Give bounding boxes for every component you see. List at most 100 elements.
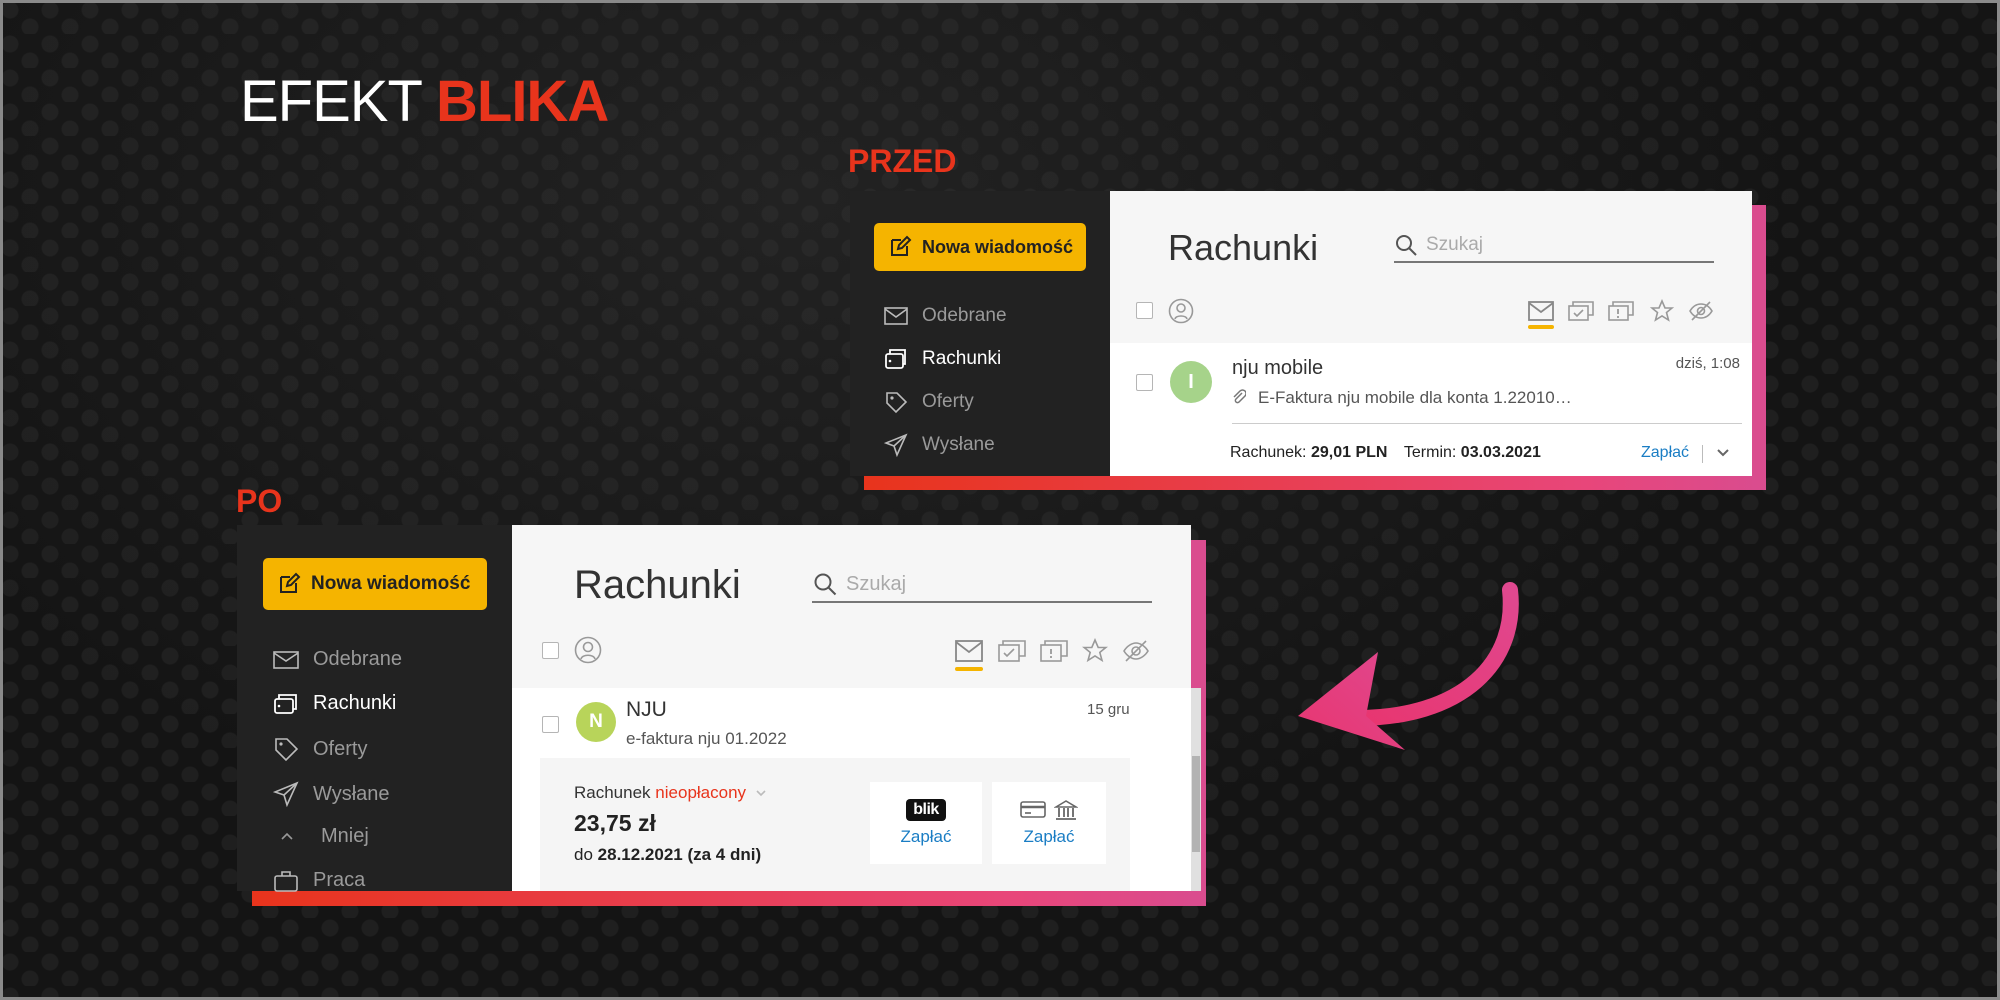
- after-nav-label: Rachunki: [313, 692, 397, 714]
- compose-icon: [891, 235, 912, 256]
- before-message-date: dziś, 1:08: [1675, 355, 1740, 372]
- before-nav-label: Oferty: [922, 391, 974, 412]
- before-search-placeholder: Szukaj: [1426, 234, 1484, 255]
- send-icon: [273, 781, 299, 807]
- after-main: Rachunki Szukaj N NJU 15 gru e-faktura n…: [512, 525, 1201, 891]
- after-nav-mniej[interactable]: Mniej: [279, 825, 369, 848]
- after-nav-rachunki[interactable]: Rachunki: [273, 692, 396, 715]
- after-sender-name[interactable]: NJU: [626, 698, 667, 722]
- before-select-all-checkbox[interactable]: [1136, 302, 1153, 319]
- after-nav-label: Odebrane: [313, 648, 402, 670]
- before-due-date: 03.03.2021: [1460, 444, 1541, 461]
- person-filter-icon[interactable]: [1168, 298, 1194, 324]
- tag-icon: [275, 738, 299, 762]
- eye-off-icon[interactable]: [1122, 638, 1150, 664]
- before-sender-avatar: I: [1170, 361, 1212, 403]
- star-icon[interactable]: [1650, 299, 1674, 323]
- after-message-checkbox[interactable]: [542, 716, 559, 733]
- bill-check-icon[interactable]: [998, 640, 1026, 662]
- before-due-label: Termin:: [1403, 444, 1457, 461]
- chevron-down-icon[interactable]: [1716, 447, 1730, 459]
- search-icon: [1396, 235, 1417, 256]
- before-nav-rachunki[interactable]: Rachunki: [884, 348, 1001, 370]
- person-filter-icon[interactable]: [574, 636, 602, 664]
- envelope-icon[interactable]: [955, 640, 983, 662]
- before-nav-odebrane[interactable]: Odebrane: [884, 305, 1007, 327]
- before-message-subject[interactable]: E-Faktura nju mobile dla konta 1.22010…: [1258, 388, 1572, 408]
- after-pay-transfer-label: Zapłać: [1023, 827, 1075, 846]
- tag-icon: [886, 392, 908, 414]
- bank-icon: [1054, 800, 1078, 820]
- after-search-placeholder: Szukaj: [846, 572, 907, 595]
- briefcase-icon: [274, 870, 298, 892]
- eye-off-icon[interactable]: [1688, 299, 1714, 323]
- after-pay-blik-label: Zapłać: [900, 827, 952, 846]
- before-nav-oferty[interactable]: Oferty: [884, 390, 974, 414]
- after-bill-status: nieopłacony: [655, 783, 747, 802]
- after-search-input[interactable]: Szukaj: [812, 567, 1152, 603]
- bill-alert-icon[interactable]: [1608, 301, 1634, 321]
- after-nav-label: Praca: [313, 869, 366, 891]
- after-nav-oferty[interactable]: Oferty: [273, 736, 367, 762]
- before-panel: Nowa wiadomość Odebrane Rachunki Oferty …: [850, 191, 1752, 476]
- before-bill-label: Rachunek:: [1230, 444, 1307, 461]
- before-pay-separator: [1702, 445, 1703, 463]
- star-icon[interactable]: [1082, 638, 1108, 664]
- after-nav-odebrane[interactable]: Odebrane: [273, 648, 402, 671]
- chevron-down-icon[interactable]: [755, 788, 767, 798]
- before-message-checkbox[interactable]: [1136, 374, 1153, 391]
- after-bill-label: Rachunek: [574, 783, 651, 802]
- envelope-icon[interactable]: [1528, 301, 1554, 321]
- after-nav-praca[interactable]: Praca: [273, 869, 365, 892]
- after-nav-label: Mniej: [321, 825, 369, 847]
- after-bill-due: do 28.12.2021 (za 4 dni): [574, 845, 761, 865]
- before-bill-summary: Rachunek: 29,01 PLN Termin: 03.03.2021: [1230, 444, 1541, 462]
- caption-after: PO: [236, 483, 283, 519]
- transfer-icons: [1020, 799, 1078, 821]
- before-sidebar: Nowa wiadomość Odebrane Rachunki Oferty …: [850, 191, 1110, 476]
- after-nav-wyslane[interactable]: Wysłane: [273, 781, 390, 807]
- after-compose-button[interactable]: Nowa wiadomość: [263, 558, 487, 610]
- after-select-all-checkbox[interactable]: [542, 642, 559, 659]
- bills-icon: [885, 349, 906, 369]
- before-nav-wyslane[interactable]: Wysłane: [884, 433, 995, 457]
- after-pay-transfer-button[interactable]: Zapłać: [992, 782, 1106, 864]
- bill-alert-icon[interactable]: [1040, 640, 1068, 662]
- after-message-list: N NJU 15 gru e-faktura nju 01.2022 Rachu…: [512, 688, 1191, 891]
- after-nav-label: Wysłane: [313, 782, 390, 805]
- before-main: Rachunki Szukaj I nju mobile dziś, 1:08 …: [1110, 191, 1752, 476]
- before-divider: [1232, 423, 1742, 424]
- after-scroll-thumb[interactable]: [1192, 756, 1200, 852]
- after-sidebar: Nowa wiadomość Odebrane Rachunki Oferty …: [237, 525, 512, 892]
- curved-arrow-icon: [1298, 582, 1519, 750]
- after-message-date: 15 gru: [1087, 701, 1130, 718]
- search-icon: [814, 573, 837, 596]
- after-due-date: 28.12.2021 (za 4 dni): [597, 845, 762, 864]
- before-nav-label: Odebrane: [922, 305, 1007, 326]
- before-compose-label: Nowa wiadomość: [922, 236, 1074, 257]
- send-icon: [884, 433, 908, 457]
- after-message-subject[interactable]: e-faktura nju 01.2022: [626, 729, 787, 749]
- after-bill-status-line: Rachunek nieopłacony: [574, 783, 767, 803]
- bill-check-icon[interactable]: [1568, 301, 1594, 321]
- before-bill-amount: 29,01 PLN: [1310, 444, 1388, 461]
- before-search-input[interactable]: Szukaj: [1394, 229, 1714, 263]
- paperclip-icon: [1233, 389, 1246, 404]
- chevron-up-icon: [281, 832, 293, 840]
- after-scrollbar[interactable]: [1191, 688, 1201, 891]
- before-nav-label: Rachunki: [922, 348, 1002, 369]
- before-active-filter-indicator: [1528, 325, 1554, 329]
- before-nav-label: Wysłane: [922, 434, 995, 455]
- after-sender-avatar: N: [576, 702, 616, 742]
- envelope-icon: [884, 307, 908, 325]
- before-message-list: I nju mobile dziś, 1:08 E-Faktura nju mo…: [1110, 343, 1752, 476]
- after-pay-blik-button[interactable]: blik Zapłać: [870, 782, 982, 864]
- bills-icon: [274, 693, 297, 714]
- before-sender-name[interactable]: nju mobile: [1232, 357, 1323, 380]
- after-bill-card: Rachunek nieopłacony 23,75 zł do 28.12.2…: [540, 758, 1130, 891]
- before-compose-button[interactable]: Nowa wiadomość: [874, 223, 1086, 271]
- before-pay-link[interactable]: Zapłać: [1641, 444, 1689, 462]
- caption-before: PRZED: [848, 143, 957, 179]
- headline-bold: BLIKA: [436, 69, 609, 134]
- blik-logo: blik: [906, 799, 946, 821]
